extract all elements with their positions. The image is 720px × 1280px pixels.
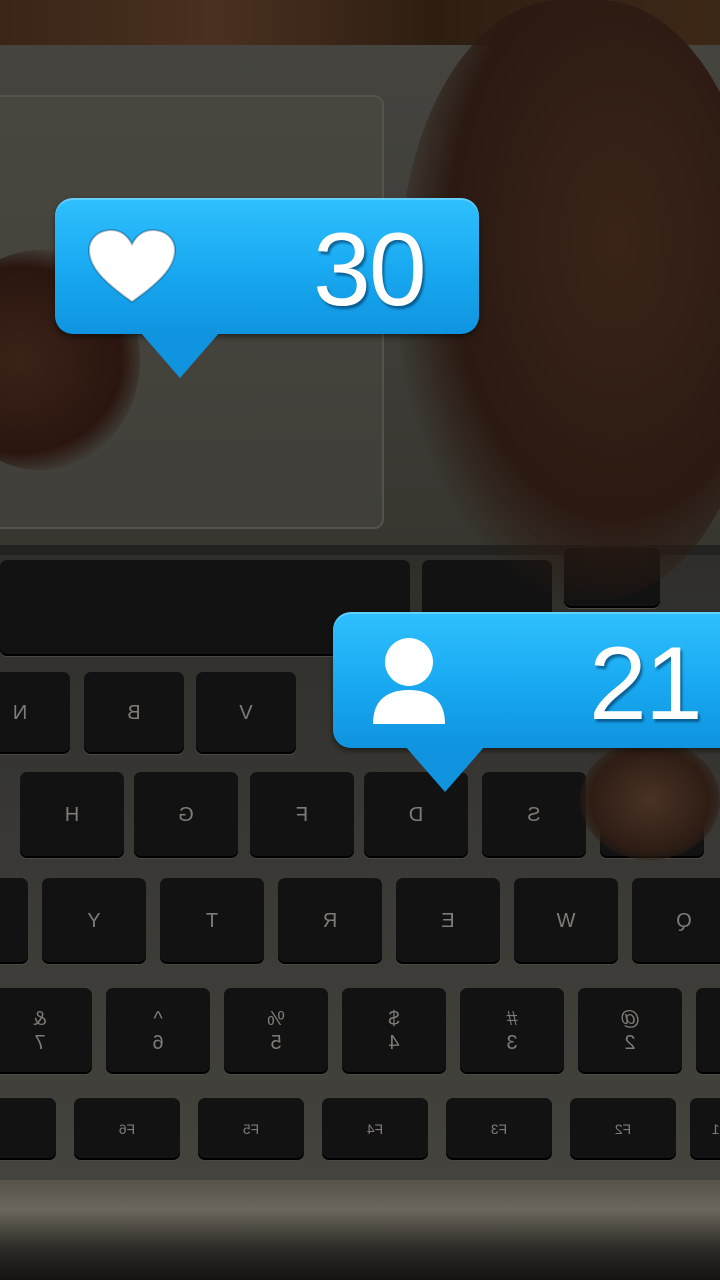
key-fn-edge — [0, 1098, 56, 1160]
user-icon — [369, 634, 449, 726]
key-f5: F5 — [198, 1098, 304, 1160]
key-7: & 7 — [0, 988, 92, 1074]
laptop-photo-scene: F1 F2 F3 F4 F5 F6 @2 #3 $4 %5 ^6 &7 Q W … — [0, 0, 720, 1280]
followers-count: 21 — [589, 626, 703, 742]
key-f4: F4 — [322, 1098, 428, 1160]
key-6: ^ 6 — [106, 988, 210, 1074]
followers-notification-bubble: 21 — [333, 612, 720, 792]
key-n: N — [0, 672, 70, 754]
key-y: Y — [42, 878, 146, 964]
key-q: Q — [632, 878, 720, 964]
key-f: F — [250, 772, 354, 858]
key-b: B — [84, 672, 184, 754]
key-u-edge — [0, 878, 28, 964]
key-h: H — [20, 772, 124, 858]
right-hand-finger — [580, 740, 720, 860]
key-f6: F6 — [74, 1098, 180, 1160]
laptop-front-edge — [0, 1180, 720, 1280]
likes-notification-bubble: 30 — [55, 198, 479, 378]
key-v: V — [196, 672, 296, 754]
followers-bubble-tail — [405, 746, 485, 792]
likes-bubble-tail — [140, 332, 220, 378]
key-5: % 5 — [224, 988, 328, 1074]
key-f1: F1 — [690, 1098, 720, 1160]
key-e: E — [396, 878, 500, 964]
key-f2: F2 — [570, 1098, 676, 1160]
key-3: #3 — [460, 988, 564, 1074]
key-r: R — [278, 878, 382, 964]
key-2: @2 — [578, 988, 682, 1074]
key-f3: F3 — [446, 1098, 552, 1160]
key-w: W — [514, 878, 618, 964]
key-1-edge — [696, 988, 720, 1074]
key-s: S — [482, 772, 586, 858]
key-4: $4 — [342, 988, 446, 1074]
key-g: G — [134, 772, 238, 858]
heart-icon — [87, 228, 177, 308]
likes-count: 30 — [313, 212, 427, 328]
key-t: T — [160, 878, 264, 964]
